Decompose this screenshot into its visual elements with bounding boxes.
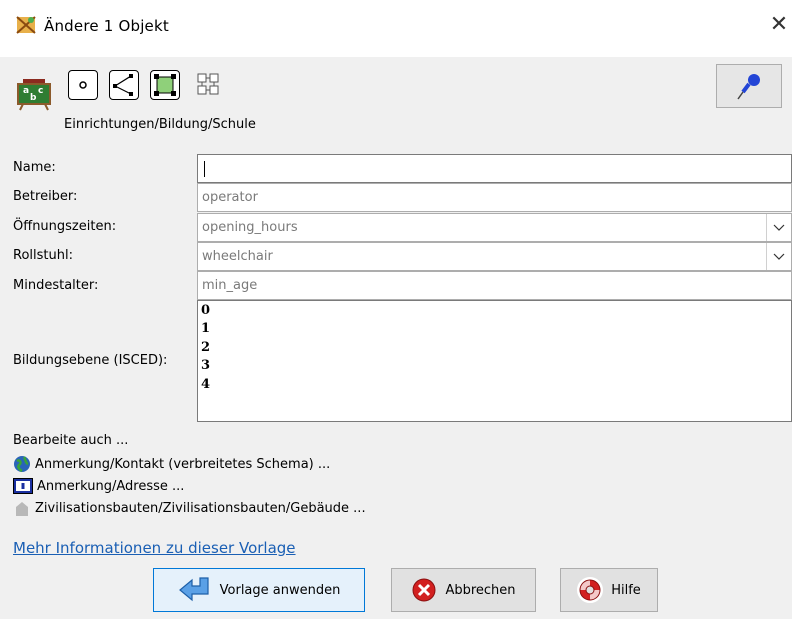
- edit-also-building-label: Zivilisationsbauten/Zivilisationsbauten/…: [35, 500, 366, 516]
- globe-icon: [14, 456, 30, 473]
- apply-preset-label: Vorlage anwenden: [219, 582, 341, 598]
- edit-also-contact-label: Anmerkung/Kontakt (verbreitetes Schema) …: [35, 456, 331, 472]
- edit-also-address-link[interactable]: Anmerkung/Adresse ...: [13, 476, 184, 496]
- opening-hours-combo[interactable]: opening_hours: [197, 213, 792, 242]
- address-card-icon: [13, 478, 33, 494]
- isced-label: Bildungsebene (ISCED):: [13, 353, 168, 368]
- chevron-down-icon[interactable]: [766, 243, 791, 270]
- preset-path: Einrichtungen/Bildung/Schule: [64, 117, 256, 132]
- toolbar-pin-button[interactable]: [716, 64, 782, 108]
- min-age-input[interactable]: min_age: [197, 271, 792, 300]
- way-icon: [109, 70, 139, 100]
- isced-listbox[interactable]: 0 1 2 3 4: [197, 300, 792, 422]
- opening-hours-label: Öffnungszeiten:: [13, 219, 117, 234]
- cancel-label: Abbrechen: [445, 582, 516, 598]
- closed-way-icon: [150, 70, 180, 100]
- josm-app-icon: [16, 16, 36, 34]
- edit-also-building-link[interactable]: Zivilisationsbauten/Zivilisationsbauten/…: [13, 498, 366, 518]
- node-icon: [68, 70, 98, 100]
- wheelchair-combo[interactable]: wheelchair: [197, 242, 792, 271]
- list-item[interactable]: 1: [201, 321, 210, 336]
- edit-also-heading: Bearbeite auch ...: [13, 433, 129, 448]
- more-info-link[interactable]: Mehr Informationen zu dieser Vorlage: [13, 539, 296, 557]
- name-label: Name:: [13, 160, 56, 175]
- title-bar: Ändere 1 Objekt ✕: [0, 0, 792, 57]
- lifebuoy-icon: [577, 577, 604, 603]
- list-item[interactable]: 2: [201, 340, 210, 355]
- help-button[interactable]: Hilfe: [560, 568, 658, 612]
- pushpin-icon: [737, 74, 760, 100]
- building-icon: [16, 502, 28, 516]
- list-item[interactable]: 0: [201, 303, 210, 318]
- list-item[interactable]: 3: [201, 358, 210, 373]
- apply-preset-button[interactable]: Vorlage anwenden: [153, 568, 365, 612]
- svg-text:a: a: [23, 86, 29, 96]
- edit-also-contact-link[interactable]: Anmerkung/Kontakt (verbreitetes Schema) …: [13, 454, 330, 474]
- chevron-down-icon[interactable]: [766, 214, 791, 241]
- cancel-button[interactable]: Abbrechen: [391, 568, 536, 612]
- svg-text:b: b: [30, 93, 37, 103]
- name-input[interactable]: [197, 154, 792, 183]
- cancel-icon: [412, 578, 436, 602]
- school-blackboard-icon: a b c: [17, 79, 51, 111]
- apply-arrow-icon: [178, 577, 209, 602]
- relation-icon: [197, 73, 219, 95]
- min-age-label: Mindestalter:: [13, 278, 99, 293]
- close-button[interactable]: ✕: [766, 10, 792, 40]
- wheelchair-label: Rollstuhl:: [13, 248, 73, 263]
- help-label: Hilfe: [611, 582, 641, 598]
- operator-label: Betreiber:: [13, 189, 78, 204]
- svg-text:c: c: [38, 86, 43, 96]
- operator-input[interactable]: operator: [197, 183, 792, 212]
- window-title: Ändere 1 Objekt: [44, 17, 169, 35]
- edit-also-address-label: Anmerkung/Adresse ...: [37, 478, 185, 494]
- list-item[interactable]: 4: [201, 377, 210, 392]
